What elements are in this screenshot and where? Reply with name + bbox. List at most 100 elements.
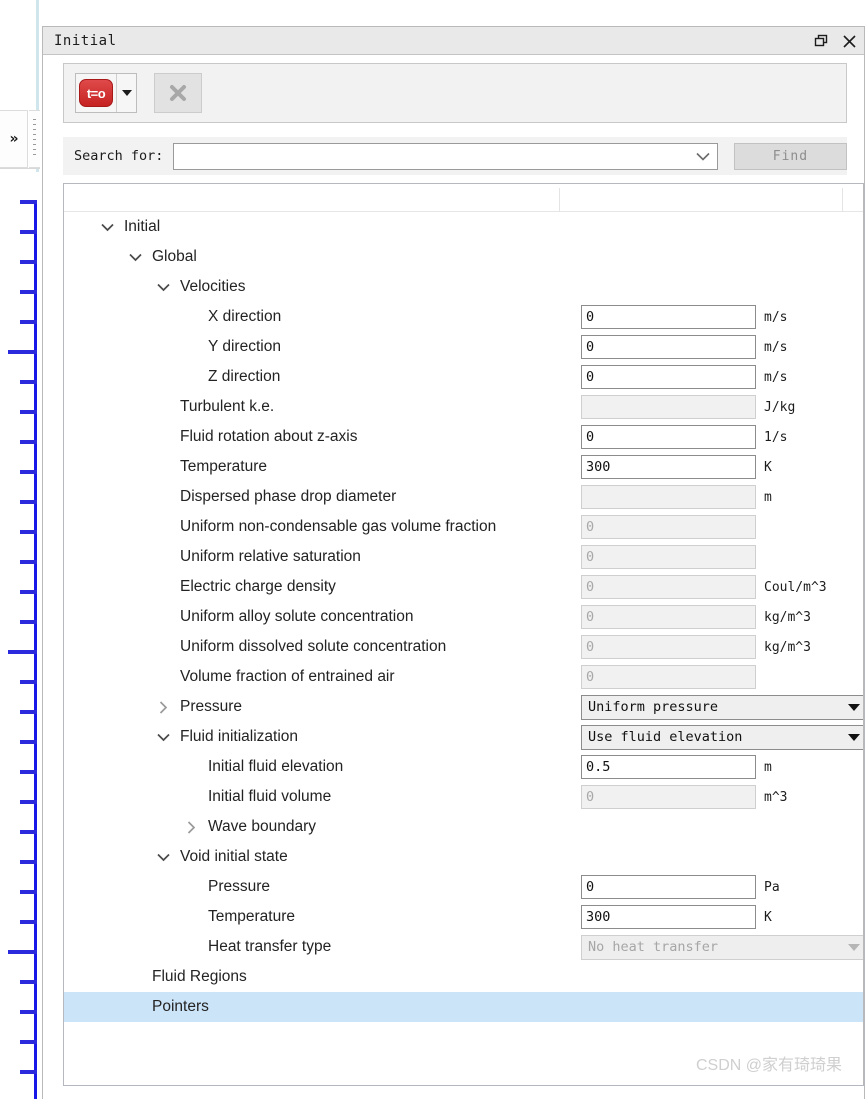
tree-row-label: Wave boundary	[208, 818, 316, 835]
ruler-tick	[20, 500, 37, 504]
tree-row-label: Turbulent k.e.	[180, 398, 275, 415]
search-input[interactable]	[174, 143, 689, 169]
dropdown-pressure[interactable]: Uniform pressure	[581, 694, 864, 720]
dropdown-heat-transfer-type: No heat transfer	[581, 934, 864, 960]
tree-header-row	[64, 184, 864, 212]
search-label: Search for:	[74, 148, 164, 164]
tree-row-void-initial-state[interactable]: Void initial state	[64, 842, 864, 872]
chevron-down-icon[interactable]	[99, 212, 115, 242]
value-input-x-direction[interactable]: 0	[581, 305, 756, 329]
restore-window-icon[interactable]	[812, 32, 830, 50]
tree-row-label: Uniform dissolved solute concentration	[180, 638, 447, 655]
chevron-down-icon[interactable]	[127, 242, 143, 272]
tree-row-uniform-non-condensable-gas-volume-fraction[interactable]: Uniform non-condensable gas volume fract…	[64, 512, 864, 542]
tree-row-pressure[interactable]: Pressure 0 Pa	[64, 872, 864, 902]
tree-row-label: Void initial state	[180, 848, 288, 865]
tree-row-global[interactable]: Global	[64, 242, 864, 272]
tree-row-label: Pointers	[152, 998, 209, 1015]
unit-label: Pa	[764, 879, 780, 895]
unit-label: m/s	[764, 309, 788, 325]
tree-row-uniform-relative-saturation[interactable]: Uniform relative saturation 0	[64, 542, 864, 572]
ruler-tick	[20, 680, 37, 684]
ruler-tick	[8, 950, 37, 954]
reset-dropdown-button[interactable]	[116, 74, 136, 112]
find-button[interactable]: Find	[733, 142, 847, 170]
tree-row-dispersed-phase-drop-diameter[interactable]: Dispersed phase drop diameter m	[64, 482, 864, 512]
value-input-z-direction[interactable]: 0	[581, 365, 756, 389]
chevron-down-icon[interactable]	[689, 152, 717, 161]
ruler-tick	[20, 320, 37, 324]
tree-row-electric-charge-density[interactable]: Electric charge density 0 Coul/m^3	[64, 572, 864, 602]
value-input-fluid-rotation-about-z-axis[interactable]: 0	[581, 425, 756, 449]
tree-row-pressure[interactable]: Pressure Uniform pressure	[64, 692, 864, 722]
tree-row-label: Uniform relative saturation	[180, 548, 361, 565]
value-input-initial-fluid-elevation[interactable]: 0.5	[581, 755, 756, 779]
chevron-right-icon[interactable]	[183, 812, 199, 842]
ruler-tick	[20, 980, 37, 984]
reset-initial-conditions-button[interactable]: t=o	[76, 74, 116, 112]
tree-row-initial-fluid-volume[interactable]: Initial fluid volume 0 m^3	[64, 782, 864, 812]
window-titlebar: Initial	[43, 27, 864, 55]
tree-row-initial-fluid-elevation[interactable]: Initial fluid elevation 0.5 m	[64, 752, 864, 782]
unit-label: m/s	[764, 339, 788, 355]
value-input-pressure[interactable]: 0	[581, 875, 756, 899]
tree-row-pointers[interactable]: Pointers	[64, 992, 864, 1022]
ruler-tick	[20, 860, 37, 864]
unit-label: 1/s	[764, 429, 788, 445]
ruler-tick	[20, 620, 37, 624]
chevron-down-icon	[848, 703, 860, 711]
left-rail: »	[0, 0, 40, 1099]
value-input-initial-fluid-volume: 0	[581, 785, 756, 809]
tree-row-heat-transfer-type[interactable]: Heat transfer type No heat transfer	[64, 932, 864, 962]
chevron-right-icon[interactable]	[155, 692, 171, 722]
tree-row-temperature[interactable]: Temperature 300 K	[64, 452, 864, 482]
delete-button[interactable]	[154, 73, 202, 113]
tree-row-temperature[interactable]: Temperature 300 K	[64, 902, 864, 932]
tree-row-label: Uniform alloy solute concentration	[180, 608, 414, 625]
ruler-tick	[20, 710, 37, 714]
close-icon[interactable]	[840, 32, 858, 50]
tree-row-fluid-initialization[interactable]: Fluid initialization Use fluid elevation	[64, 722, 864, 752]
tree-row-x-direction[interactable]: X direction 0 m/s	[64, 302, 864, 332]
tree-row-velocities[interactable]: Velocities	[64, 272, 864, 302]
window-title: Initial	[54, 32, 117, 49]
tree-row-label: Temperature	[180, 458, 268, 475]
unit-label: J/kg	[764, 399, 796, 415]
value-input-volume-fraction-of-entrained-air: 0	[581, 665, 756, 689]
tree-row-label: Electric charge density	[180, 578, 336, 595]
panel-drag-handle[interactable]	[29, 110, 40, 168]
unit-label: m	[764, 759, 772, 775]
tree-row-z-direction[interactable]: Z direction 0 m/s	[64, 362, 864, 392]
tree-row-label: X direction	[208, 308, 282, 325]
ruler-tick	[20, 1070, 37, 1074]
value-input-temperature[interactable]: 300	[581, 905, 756, 929]
unit-label: m	[764, 489, 772, 505]
chevron-down-icon[interactable]	[155, 722, 171, 752]
tree-row-fluid-rotation-about-z-axis[interactable]: Fluid rotation about z-axis 0 1/s	[64, 422, 864, 452]
tree-row-y-direction[interactable]: Y direction 0 m/s	[64, 332, 864, 362]
value-input-temperature[interactable]: 300	[581, 455, 756, 479]
tree-row-label: Pressure	[208, 878, 271, 895]
dialog-toolbar: t=o	[63, 63, 847, 123]
value-input-y-direction[interactable]: 0	[581, 335, 756, 359]
tree-row-turbulent-k-e[interactable]: Turbulent k.e. J/kg	[64, 392, 864, 422]
column-separator	[559, 188, 560, 212]
search-combobox[interactable]	[173, 142, 718, 170]
expand-panel-button[interactable]: »	[0, 110, 28, 168]
ruler-tick	[20, 410, 37, 414]
value-input-uniform-non-condensable-gas-volume-fraction: 0	[581, 515, 756, 539]
ruler-tick	[20, 830, 37, 834]
tree-row-volume-fraction-of-entrained-air[interactable]: Volume fraction of entrained air 0	[64, 662, 864, 692]
chevron-down-icon[interactable]	[155, 842, 171, 872]
tree-row-uniform-alloy-solute-concentration[interactable]: Uniform alloy solute concentration 0 kg/m^…	[64, 602, 864, 632]
tree-row-initial[interactable]: Initial	[64, 212, 864, 242]
chevron-down-icon[interactable]	[155, 272, 171, 302]
ruler-tick	[20, 470, 37, 474]
tree-row-fluid-regions[interactable]: Fluid Regions	[64, 962, 864, 992]
tree-row-uniform-dissolved-solute-concentration[interactable]: Uniform dissolved solute concentration 0 k…	[64, 632, 864, 662]
tree-row-label: Uniform non-condensable gas volume fract…	[180, 518, 497, 535]
tree-row-wave-boundary[interactable]: Wave boundary	[64, 812, 864, 842]
tree-row-label: Y direction	[208, 338, 281, 355]
column-separator	[842, 188, 843, 212]
dropdown-fluid-initialization[interactable]: Use fluid elevation	[581, 724, 864, 750]
